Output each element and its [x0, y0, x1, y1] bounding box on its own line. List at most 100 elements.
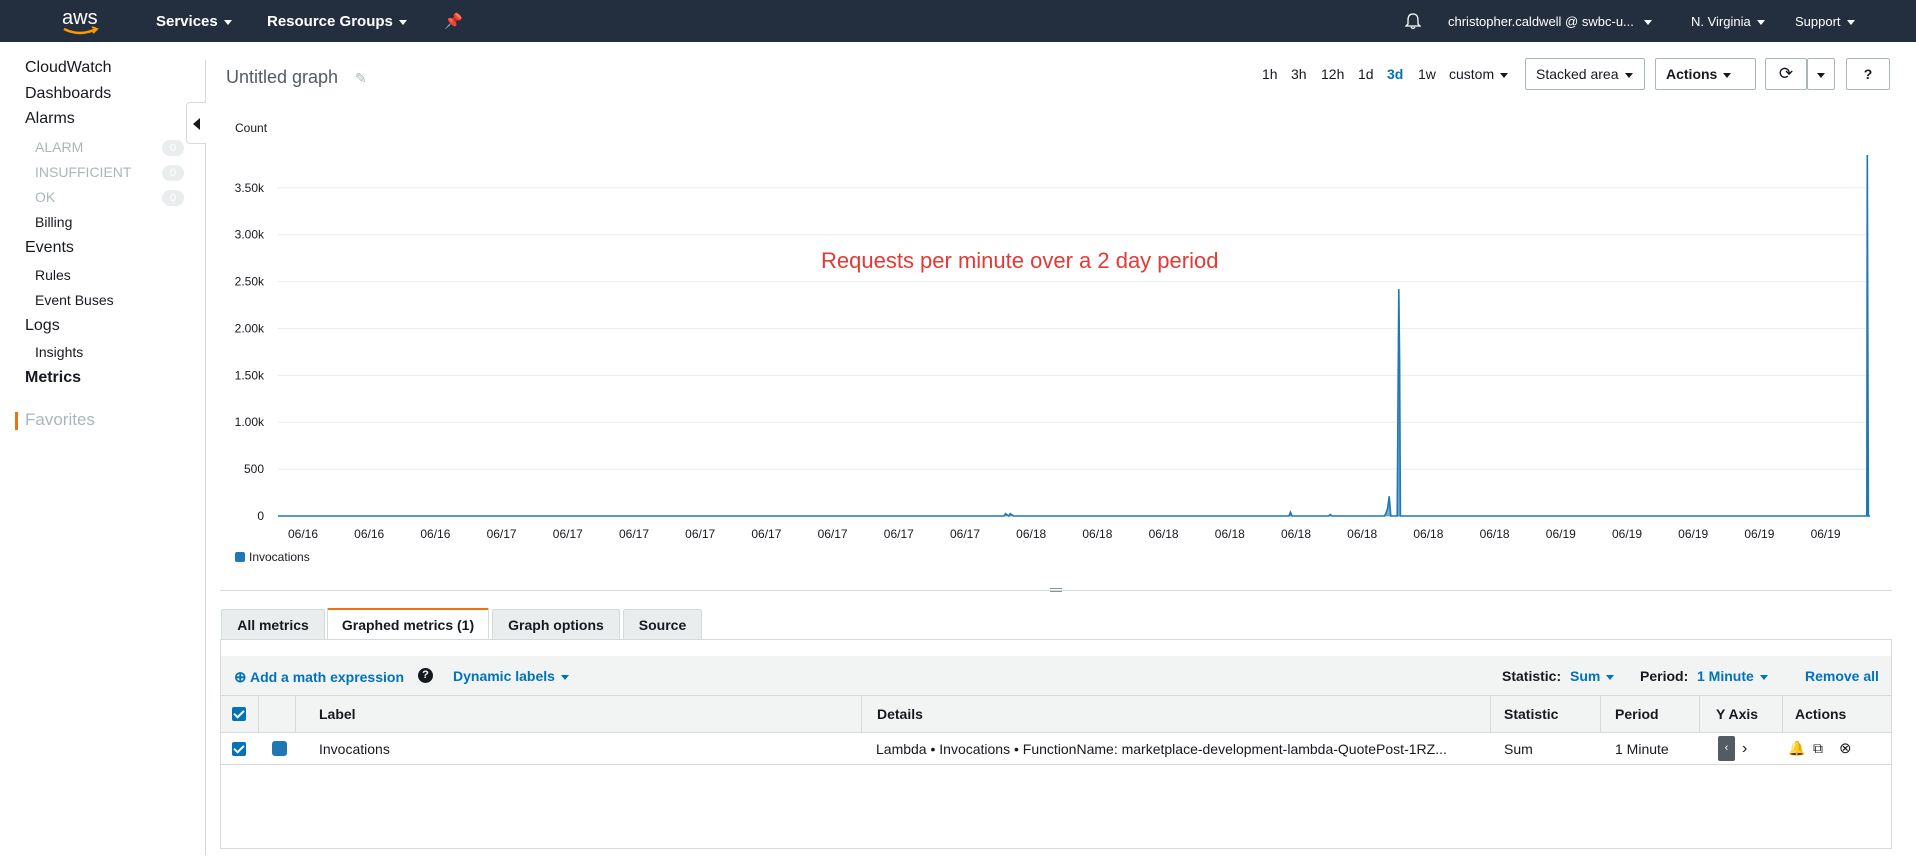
add-math-expression-link[interactable]: ⊕ Add a math expression [234, 668, 404, 686]
aws-logo[interactable]: aws [58, 4, 104, 38]
grip-icon[interactable] [1050, 588, 1062, 592]
view-type-label: Stacked area [1536, 66, 1619, 82]
view-type-select[interactable]: Stacked area [1525, 58, 1645, 90]
chevron-down-icon [1756, 20, 1765, 26]
chevron-down-icon [1643, 20, 1652, 26]
support-menu[interactable]: Support [1795, 0, 1855, 42]
x-tick-label: 06/19 [1744, 527, 1774, 541]
range-1d[interactable]: 1d [1358, 66, 1374, 82]
x-tick-label: 06/18 [1281, 527, 1311, 541]
add-math-label: Add a math expression [249, 669, 404, 685]
resource-groups-label: Resource Groups [267, 13, 393, 30]
region-menu[interactable]: N. Virginia [1691, 0, 1765, 42]
pin-icon[interactable]: 📌 [444, 0, 463, 42]
row-period[interactable]: 1 Minute [1615, 733, 1669, 764]
remove-icon[interactable]: ⊗ [1839, 739, 1852, 757]
chart-grid [278, 187, 1870, 517]
col-y-axis: Y Axis [1716, 706, 1759, 722]
resize-handle[interactable] [220, 588, 1892, 592]
col-label[interactable]: Label [319, 696, 356, 732]
period-label: Period: [1640, 668, 1689, 684]
tab-graphed-metrics[interactable]: Graphed metrics (1) [327, 608, 489, 640]
statistic-dropdown[interactable]: Sum [1570, 668, 1615, 684]
x-tick-label: 06/17 [950, 527, 980, 541]
sidebar-item-favorites[interactable]: Favorites [25, 410, 95, 430]
graphed-metrics-panel: ⊕ Add a math expression ? Dynamic labels… [220, 639, 1892, 849]
alarm-bell-icon[interactable]: 🔔 [1788, 740, 1805, 757]
services-label: Services [156, 13, 218, 30]
range-custom[interactable]: custom [1449, 66, 1509, 82]
series-area-invocations [278, 155, 1870, 516]
dynamic-labels-dropdown[interactable]: Dynamic labels [453, 668, 569, 684]
series-color-swatch[interactable] [272, 741, 287, 756]
sidebar-item-logs[interactable]: Logs [25, 317, 60, 335]
chevron-down-icon [1817, 72, 1825, 78]
sidebar-item-insufficient-state[interactable]: INSUFFICIENT [35, 164, 131, 180]
chart-legend[interactable]: Invocations [235, 550, 310, 564]
chart-series [278, 154, 1870, 518]
range-1w[interactable]: 1w [1418, 66, 1436, 82]
statistic-value: Sum [1570, 668, 1601, 684]
x-tick-label: 06/17 [685, 527, 715, 541]
actions-label: Actions [1666, 66, 1718, 82]
col-statistic[interactable]: Statistic [1504, 696, 1558, 732]
sidebar-item-dashboards[interactable]: Dashboards [25, 85, 111, 103]
tab-source[interactable]: Source [623, 609, 702, 639]
y-tick-label: 2.00k [235, 321, 265, 335]
x-tick-label: 06/18 [1347, 527, 1377, 541]
column-divider [258, 696, 259, 732]
period-dropdown[interactable]: 1 Minute [1697, 668, 1768, 684]
x-tick-label: 06/16 [288, 527, 318, 541]
period-value: 1 Minute [1697, 668, 1754, 684]
range-3h[interactable]: 3h [1291, 66, 1307, 82]
sidebar-item-ok-state[interactable]: OK [35, 189, 55, 205]
x-tick-label: 06/18 [1082, 527, 1112, 541]
sidebar: CloudWatch Dashboards Alarms ALARM 0 INS… [0, 42, 206, 859]
sidebar-item-rules[interactable]: Rules [35, 267, 71, 283]
duplicate-icon[interactable]: ⧉ [1813, 740, 1823, 757]
refresh-options-button[interactable] [1807, 58, 1835, 90]
row-statistic[interactable]: Sum [1504, 733, 1533, 764]
graph-title[interactable]: Untitled graph [226, 67, 338, 88]
account-menu[interactable]: christopher.caldwell @ swbc-u... [1448, 0, 1652, 42]
remove-all-link[interactable]: Remove all [1805, 668, 1879, 684]
range-3d[interactable]: 3d [1387, 66, 1403, 82]
sidebar-item-metrics[interactable]: Metrics [25, 369, 81, 387]
range-12h[interactable]: 12h [1321, 66, 1344, 82]
metric-chart: 0 500 1.00k 1.50k 2.00k 2.50k 3.00k 3.50k 06/16… [235, 121, 1870, 541]
edit-pencil-icon[interactable]: ✎ [355, 70, 367, 87]
column-divider [1490, 696, 1491, 732]
sidebar-item-alarms[interactable]: Alarms [25, 110, 75, 128]
tab-graph-options[interactable]: Graph options [492, 609, 620, 639]
tab-all-metrics[interactable]: All metrics [221, 609, 325, 639]
column-divider [295, 696, 296, 732]
help-button[interactable]: ? [1846, 58, 1890, 90]
sidebar-item-cloudwatch[interactable]: CloudWatch [25, 59, 112, 77]
sidebar-item-billing[interactable]: Billing [35, 214, 72, 230]
x-tick-label: 06/19 [1811, 527, 1841, 541]
statistic-label: Statistic: [1502, 668, 1562, 684]
sidebar-item-alarm-state[interactable]: ALARM [35, 139, 83, 155]
col-period[interactable]: Period [1615, 696, 1659, 732]
sidebar-divider [205, 60, 206, 855]
refresh-button[interactable]: ⟳ [1765, 58, 1807, 90]
column-divider [1782, 696, 1783, 732]
sidebar-item-event-buses[interactable]: Event Buses [35, 292, 114, 308]
row-checkbox[interactable] [232, 742, 246, 756]
col-details[interactable]: Details [877, 696, 923, 732]
legend-swatch [235, 552, 245, 562]
resource-groups-menu[interactable]: Resource Groups [267, 0, 407, 42]
bell-icon[interactable] [1405, 13, 1421, 30]
actions-button[interactable]: Actions [1655, 58, 1756, 90]
chevron-down-icon [1759, 674, 1768, 680]
select-all-checkbox[interactable] [232, 707, 246, 721]
sidebar-item-insights[interactable]: Insights [35, 344, 83, 360]
collapse-sidebar-button[interactable] [186, 102, 206, 144]
sidebar-item-events[interactable]: Events [25, 239, 74, 257]
range-1h[interactable]: 1h [1262, 66, 1278, 82]
info-icon[interactable]: ? [418, 668, 433, 683]
y-axis-left-button[interactable]: ‹ [1718, 736, 1735, 761]
services-menu[interactable]: Services [156, 0, 232, 42]
row-label[interactable]: Invocations [319, 733, 390, 764]
y-axis-right-button[interactable]: › [1742, 733, 1747, 764]
